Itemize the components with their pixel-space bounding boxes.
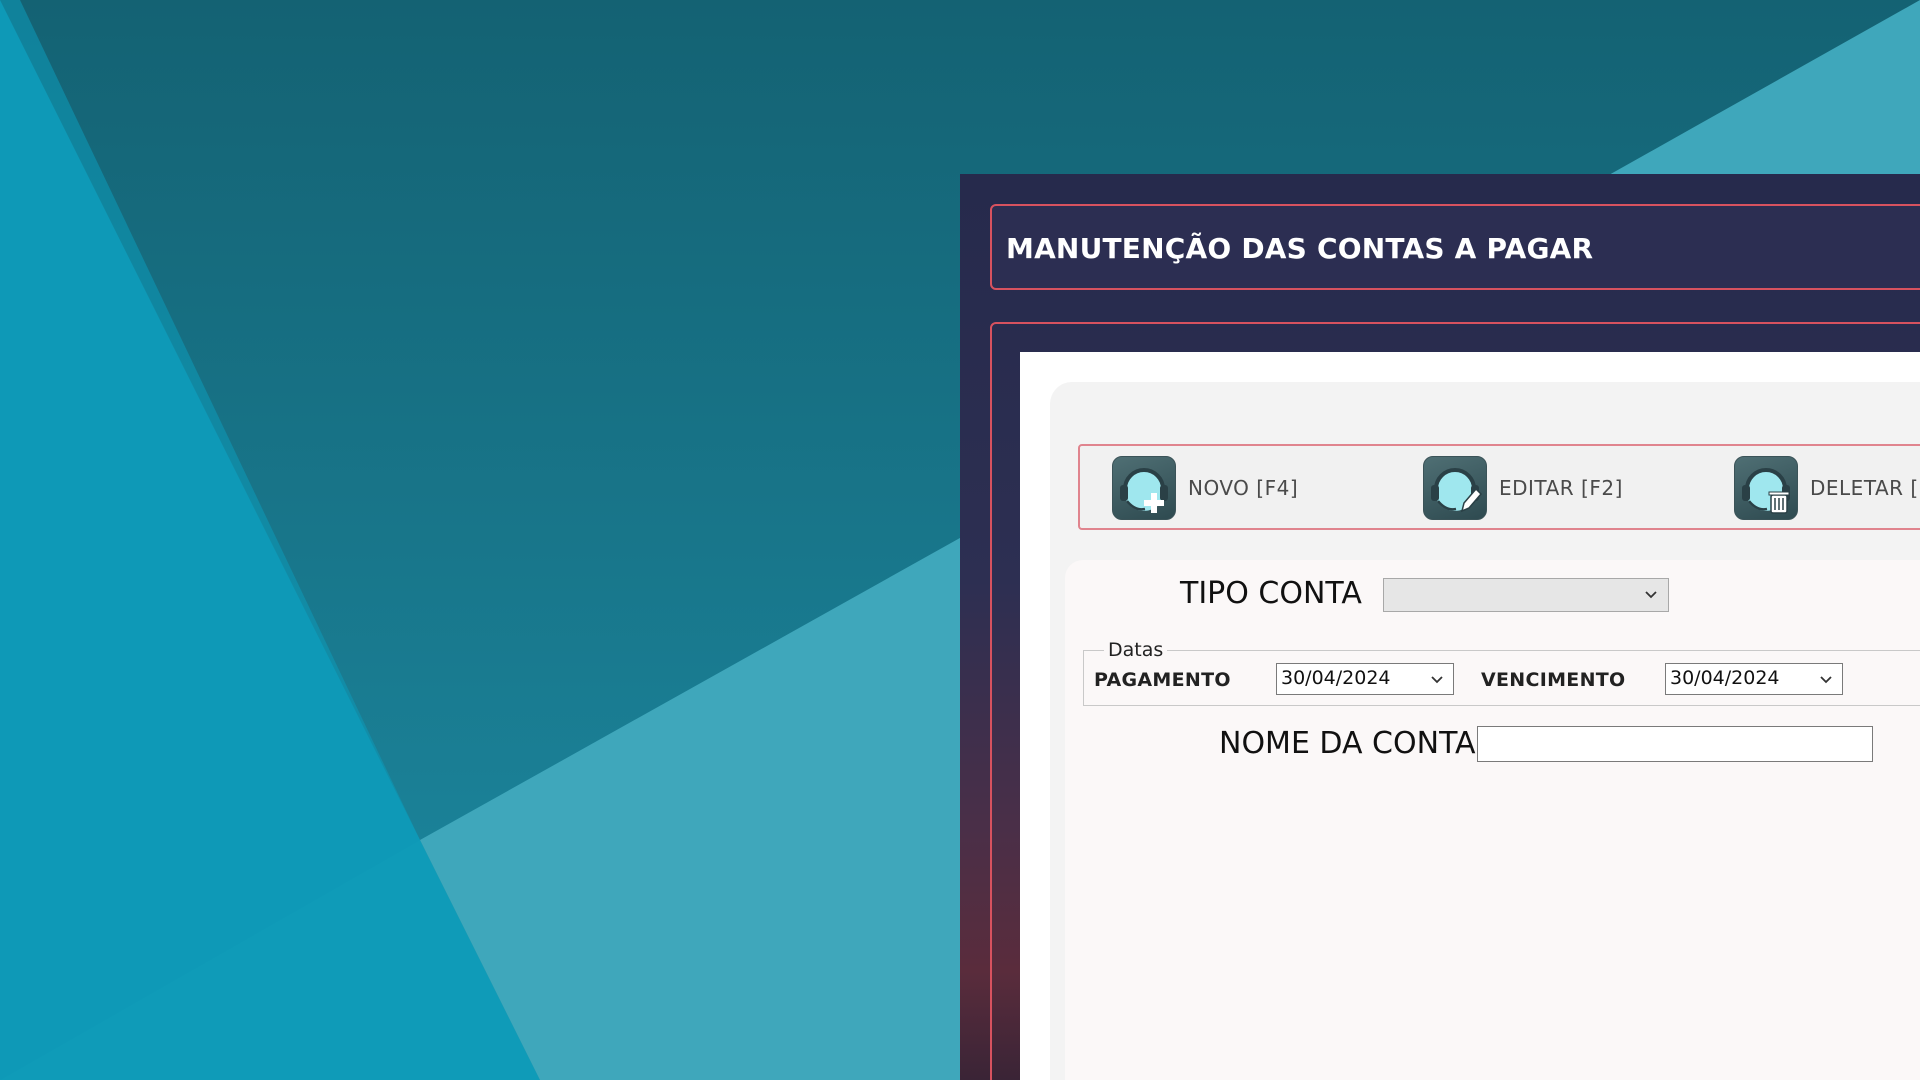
vencimento-label: VENCIMENTO bbox=[1481, 669, 1626, 691]
pagamento-label: PAGAMENTO bbox=[1094, 669, 1231, 691]
headset-add-icon bbox=[1112, 456, 1176, 520]
pagamento-value: 30/04/2024 bbox=[1281, 667, 1391, 689]
form-panel: TIPO CONTA Datas PAGAMENTO 30/04/2024 VE… bbox=[1065, 560, 1920, 1080]
vencimento-date-picker[interactable]: 30/04/2024 bbox=[1665, 663, 1843, 695]
tipo-conta-select[interactable] bbox=[1383, 578, 1669, 612]
headset-edit-icon bbox=[1423, 456, 1487, 520]
datas-group: Datas PAGAMENTO 30/04/2024 VENCIMENTO 30… bbox=[1083, 639, 1920, 706]
new-button-label: NOVO [F4] bbox=[1188, 476, 1299, 500]
title-bar: MANUTENÇÃO DAS CONTAS A PAGAR bbox=[990, 204, 1920, 290]
edit-button-label: EDITAR [F2] bbox=[1499, 476, 1623, 500]
vencimento-value: 30/04/2024 bbox=[1670, 667, 1780, 689]
toolbar: NOVO [F4] EDITAR [F2] DELETAR [ bbox=[1078, 444, 1920, 530]
nome-conta-input[interactable] bbox=[1477, 726, 1873, 762]
headset-delete-icon bbox=[1734, 456, 1798, 520]
pagamento-date-picker[interactable]: 30/04/2024 bbox=[1276, 663, 1454, 695]
inner-panel: NOVO [F4] EDITAR [F2] DELETAR [TIPO CON… bbox=[1050, 382, 1920, 1080]
chevron-down-icon bbox=[1820, 676, 1832, 684]
chevron-down-icon bbox=[1431, 676, 1443, 684]
datas-group-label: Datas bbox=[1104, 639, 1168, 661]
delete-button-label: DELETAR [ bbox=[1810, 476, 1919, 500]
content-panel: NOVO [F4] EDITAR [F2] DELETAR [TIPO CON… bbox=[1020, 352, 1920, 1080]
tipo-conta-label: TIPO CONTA bbox=[1180, 576, 1362, 611]
window-title: MANUTENÇÃO DAS CONTAS A PAGAR bbox=[1006, 232, 1594, 265]
app-window: MANUTENÇÃO DAS CONTAS A PAGAR NOVO [F4] … bbox=[960, 174, 1920, 1080]
new-button[interactable]: NOVO [F4] bbox=[1112, 456, 1298, 520]
delete-button[interactable]: DELETAR [ bbox=[1734, 456, 1919, 520]
nome-conta-label: NOME DA CONTA bbox=[1219, 726, 1476, 761]
chevron-down-icon bbox=[1645, 591, 1657, 599]
edit-button[interactable]: EDITAR [F2] bbox=[1423, 456, 1623, 520]
